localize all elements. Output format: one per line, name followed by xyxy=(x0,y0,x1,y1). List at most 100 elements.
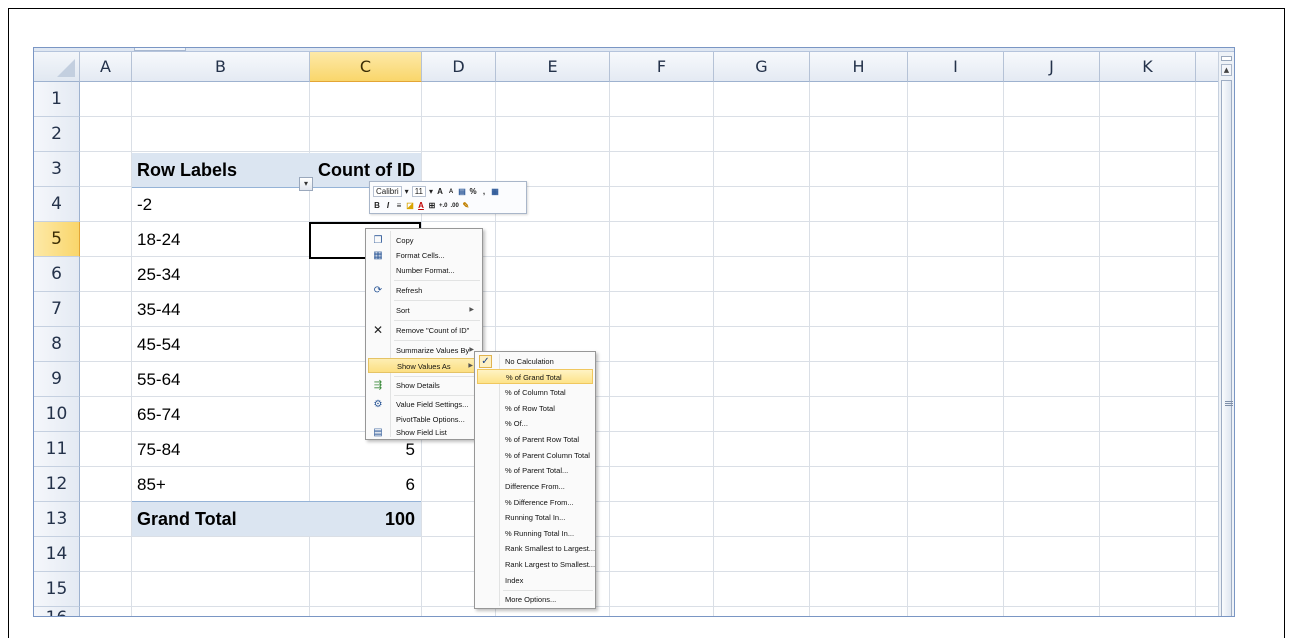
split-box[interactable] xyxy=(1221,56,1232,61)
pivot-row-label[interactable]: 75-84 xyxy=(132,432,310,467)
decrease-decimal-icon[interactable]: .00 xyxy=(451,203,459,209)
pivot-row-label[interactable]: 45-54 xyxy=(132,327,310,362)
fill-color-icon[interactable]: ◪ xyxy=(406,201,414,210)
submenu-item-pct-running-total-in[interactable]: % Running Total In... xyxy=(477,526,593,541)
submenu-item-pct-column-total[interactable]: % of Column Total xyxy=(477,385,593,400)
italic-icon[interactable]: I xyxy=(384,201,392,210)
percent-style-icon[interactable]: % xyxy=(469,187,477,196)
grid-line xyxy=(80,571,1220,572)
row-header-10[interactable]: 10 xyxy=(34,397,80,432)
submenu-item-more-options[interactable]: More Options... xyxy=(477,592,593,607)
center-align-icon[interactable]: ≡ xyxy=(395,201,403,210)
submenu-item-label: % of Parent Total... xyxy=(505,466,569,475)
grow-font-icon[interactable]: A xyxy=(436,187,444,196)
column-header-c[interactable]: C xyxy=(310,52,422,82)
row-labels-filter-button[interactable]: ▾ xyxy=(299,177,313,191)
column-header-f[interactable]: F xyxy=(610,52,714,82)
font-name-box[interactable]: Calibri xyxy=(373,186,402,197)
row-header-2[interactable]: 2 xyxy=(34,117,80,152)
pivot-grand-total-label[interactable]: Grand Total xyxy=(132,501,310,536)
menu-item-format-cells[interactable]: ▦ Format Cells... xyxy=(368,248,480,263)
submenu-item-pct-of[interactable]: % Of... xyxy=(477,416,593,431)
submenu-item-index[interactable]: Index xyxy=(477,573,593,588)
column-header-e[interactable]: E xyxy=(496,52,610,82)
size-dropdown-icon[interactable]: ▾ xyxy=(429,187,433,196)
select-all-corner[interactable] xyxy=(34,52,80,82)
vertical-scrollbar[interactable]: ▲ xyxy=(1218,52,1234,616)
submenu-item-no-calculation[interactable]: ✓ No Calculation xyxy=(477,354,593,369)
submenu-item-pct-difference-from[interactable]: % Difference From... xyxy=(477,495,593,510)
format-painter-table-icon[interactable]: ▦ xyxy=(491,187,499,196)
pivot-row-label[interactable]: 35-44 xyxy=(132,292,310,327)
column-header-h[interactable]: H xyxy=(810,52,908,82)
row-header-16[interactable]: 16 xyxy=(34,607,80,616)
column-header-j[interactable]: J xyxy=(1004,52,1100,82)
row-header-11[interactable]: 11 xyxy=(34,432,80,467)
row-header-4[interactable]: 4 xyxy=(34,187,80,222)
pivot-row-label[interactable]: 85+ xyxy=(132,467,310,502)
font-dropdown-icon[interactable]: ▾ xyxy=(405,187,409,196)
scroll-thumb[interactable] xyxy=(1221,80,1233,616)
pivot-grand-total-value[interactable]: 100 xyxy=(310,501,421,536)
submenu-item-pct-parent-column-total[interactable]: % of Parent Column Total xyxy=(477,448,593,463)
column-header-k[interactable]: K xyxy=(1100,52,1196,82)
column-header-g[interactable]: G xyxy=(714,52,810,82)
row-header-5[interactable]: 5 xyxy=(34,222,80,257)
menu-item-label: PivotTable Options... xyxy=(396,415,465,424)
menu-item-refresh[interactable]: ⟳ Refresh xyxy=(368,283,480,298)
scroll-up-arrow-icon[interactable]: ▲ xyxy=(1221,64,1232,76)
column-header-a[interactable]: A xyxy=(80,52,132,82)
row-header-7[interactable]: 7 xyxy=(34,292,80,327)
row-header-15[interactable]: 15 xyxy=(34,572,80,607)
column-header-b[interactable]: B xyxy=(132,52,310,82)
borders-icon[interactable]: ⊞ xyxy=(428,201,436,210)
pivot-row-label[interactable]: 55-64 xyxy=(132,362,310,397)
submenu-item-pct-parent-total[interactable]: % of Parent Total... xyxy=(477,463,593,478)
row-header-9[interactable]: 9 xyxy=(34,362,80,397)
submenu-arrow-icon: ▶ xyxy=(468,363,473,369)
row-header-13[interactable]: 13 xyxy=(34,502,80,537)
submenu-item-rank-smallest-to-largest[interactable]: Rank Smallest to Largest... xyxy=(477,541,595,556)
row-header-14[interactable]: 14 xyxy=(34,537,80,572)
menu-item-pivottable-options[interactable]: PivotTable Options... xyxy=(368,412,480,427)
accounting-format-icon[interactable]: ▤ xyxy=(458,187,466,196)
menu-item-show-values-as[interactable]: Show Values As ▶ xyxy=(368,358,480,373)
column-header-i[interactable]: I xyxy=(908,52,1004,82)
comma-style-icon[interactable]: , xyxy=(480,187,488,196)
increase-decimal-icon[interactable]: +.0 xyxy=(439,203,448,209)
submenu-item-pct-parent-row-total[interactable]: % of Parent Row Total xyxy=(477,432,593,447)
row-header-8[interactable]: 8 xyxy=(34,327,80,362)
column-header-d[interactable]: D xyxy=(422,52,496,82)
row-header-6[interactable]: 6 xyxy=(34,257,80,292)
format-painter-icon[interactable]: ✎ xyxy=(462,201,470,210)
grid-line xyxy=(80,606,1220,607)
menu-item-summarize-values-by[interactable]: Summarize Values By ▶ xyxy=(368,343,480,358)
pivot-row-label[interactable]: 25-34 xyxy=(132,257,310,292)
submenu-item-pct-grand-total[interactable]: % of Grand Total xyxy=(477,369,593,384)
font-color-icon[interactable]: A xyxy=(417,201,425,210)
submenu-item-rank-largest-to-smallest[interactable]: Rank Largest to Smallest... xyxy=(477,557,595,572)
font-size-box[interactable]: 11 xyxy=(411,186,426,197)
menu-item-show-details[interactable]: ⇶ Show Details xyxy=(368,378,480,393)
pivot-row-label[interactable]: 65-74 xyxy=(132,397,310,432)
shrink-font-icon[interactable]: A xyxy=(447,189,455,195)
menu-item-value-field-settings[interactable]: ⚙ Value Field Settings... xyxy=(368,397,480,412)
pivot-row-label[interactable]: -2 xyxy=(132,187,310,222)
menu-item-remove-field[interactable]: ✕ Remove "Count of ID" xyxy=(368,323,480,338)
menu-item-show-field-list[interactable]: ▤ Show Field List xyxy=(368,427,480,439)
menu-item-sort[interactable]: Sort ▶ xyxy=(368,303,480,318)
submenu-item-running-total-in[interactable]: Running Total In... xyxy=(477,510,593,525)
pivot-row-value[interactable]: 6 xyxy=(310,467,421,502)
submenu-item-pct-row-total[interactable]: % of Row Total xyxy=(477,401,593,416)
row-header-1[interactable]: 1 xyxy=(34,82,80,117)
menu-item-copy[interactable]: ❐ Copy xyxy=(368,233,480,248)
submenu-item-difference-from[interactable]: Difference From... xyxy=(477,479,593,494)
row-header-3[interactable]: 3 xyxy=(34,152,80,187)
pivot-row-labels-header[interactable]: Row Labels xyxy=(132,153,310,188)
row-header-12[interactable]: 12 xyxy=(34,467,80,502)
menu-item-number-format[interactable]: Number Format... xyxy=(368,263,480,278)
bold-icon[interactable]: B xyxy=(373,201,381,210)
column-header-partial[interactable] xyxy=(1196,52,1220,82)
pivot-row-label[interactable]: 18-24 xyxy=(132,222,310,257)
sheet-split-tab[interactable] xyxy=(134,48,186,51)
